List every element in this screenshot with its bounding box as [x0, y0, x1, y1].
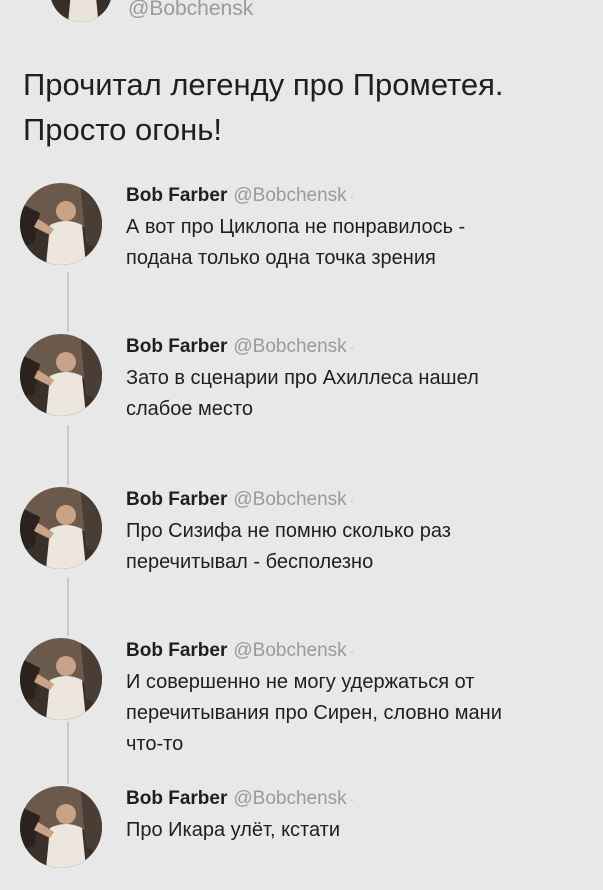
reply-avatar[interactable] [20, 183, 102, 265]
author-name[interactable]: Bob Farber [126, 489, 227, 510]
thread-connector [67, 272, 69, 332]
avatar-photo-icon [20, 786, 102, 868]
reply-avatar[interactable] [20, 786, 102, 868]
reply-header: Bob Farber @Bobchensk · [126, 489, 354, 511]
reply-header: Bob Farber @Bobchensk · [126, 788, 354, 810]
reply-text: Про Сизифа не помню сколько раз перечиты… [126, 516, 603, 578]
author-name[interactable]: Bob Farber [126, 185, 227, 206]
reply-line: А вот про Циклопа не понравилось - [126, 216, 466, 238]
reply-avatar[interactable] [20, 334, 102, 416]
reply-avatar[interactable] [20, 638, 102, 720]
separator-dot: · [349, 188, 355, 204]
author-handle[interactable]: @Bobchensk [233, 788, 346, 809]
separator-dot: · [349, 791, 355, 807]
reply-line: Про Сизифа не помню сколько раз [126, 520, 451, 542]
top-tweet-line: Прочитал легенду про Прометея. [23, 67, 504, 102]
author-name[interactable]: Bob Farber [126, 640, 227, 661]
author-name[interactable]: Bob Farber [126, 336, 227, 357]
reply-line: перечитывал - бесполезно [126, 551, 374, 573]
thread-connector [67, 578, 69, 636]
top-tweet-text: Прочитал легенду про Прометея. Просто ог… [23, 62, 603, 152]
author-handle[interactable]: @Bobchensk [233, 489, 346, 510]
top-tweet-handle[interactable]: @Bobchensk [128, 0, 253, 21]
author-handle[interactable]: @Bobchensk [233, 185, 346, 206]
avatar-photo-icon [20, 638, 102, 720]
reply-line: перечитывания про Сирен, словно мани [126, 702, 502, 724]
reply-line: подана только одна точка зрения [126, 247, 436, 269]
reply-text: Про Икара улёт, кстати [126, 815, 603, 846]
avatar-photo-icon [20, 334, 102, 416]
avatar-photo-icon [20, 183, 102, 265]
reply-text: Зато в сценарии про Ахиллеса нашел слабо… [126, 363, 603, 425]
thread-connector [67, 722, 69, 784]
reply-line: Зато в сценарии про Ахиллеса нашел [126, 367, 479, 389]
avatar-photo-icon [50, 0, 112, 22]
reply-line: Про Икара улёт, кстати [126, 819, 341, 841]
separator-dot: · [349, 339, 355, 355]
author-handle[interactable]: @Bobchensk [233, 640, 346, 661]
reply-header: Bob Farber @Bobchensk · [126, 336, 354, 358]
separator-dot: · [349, 643, 355, 659]
reply-text: И совершенно не могу удержаться от переч… [126, 667, 603, 760]
reply-line: что-то [126, 733, 184, 755]
author-name[interactable]: Bob Farber [126, 788, 227, 809]
top-tweet-avatar[interactable] [50, 0, 112, 22]
reply-header: Bob Farber @Bobchensk · [126, 640, 354, 662]
reply-header: Bob Farber @Bobchensk · [126, 185, 354, 207]
reply-avatar[interactable] [20, 487, 102, 569]
reply-text: А вот про Циклопа не понравилось - подан… [126, 212, 603, 274]
reply-line: И совершенно не могу удержаться от [126, 671, 475, 693]
author-handle[interactable]: @Bobchensk [233, 336, 346, 357]
avatar-photo-icon [20, 487, 102, 569]
separator-dot: · [349, 492, 355, 508]
top-tweet-line: Просто огонь! [23, 112, 222, 147]
reply-line: слабое место [126, 398, 253, 420]
thread-connector [67, 425, 69, 485]
